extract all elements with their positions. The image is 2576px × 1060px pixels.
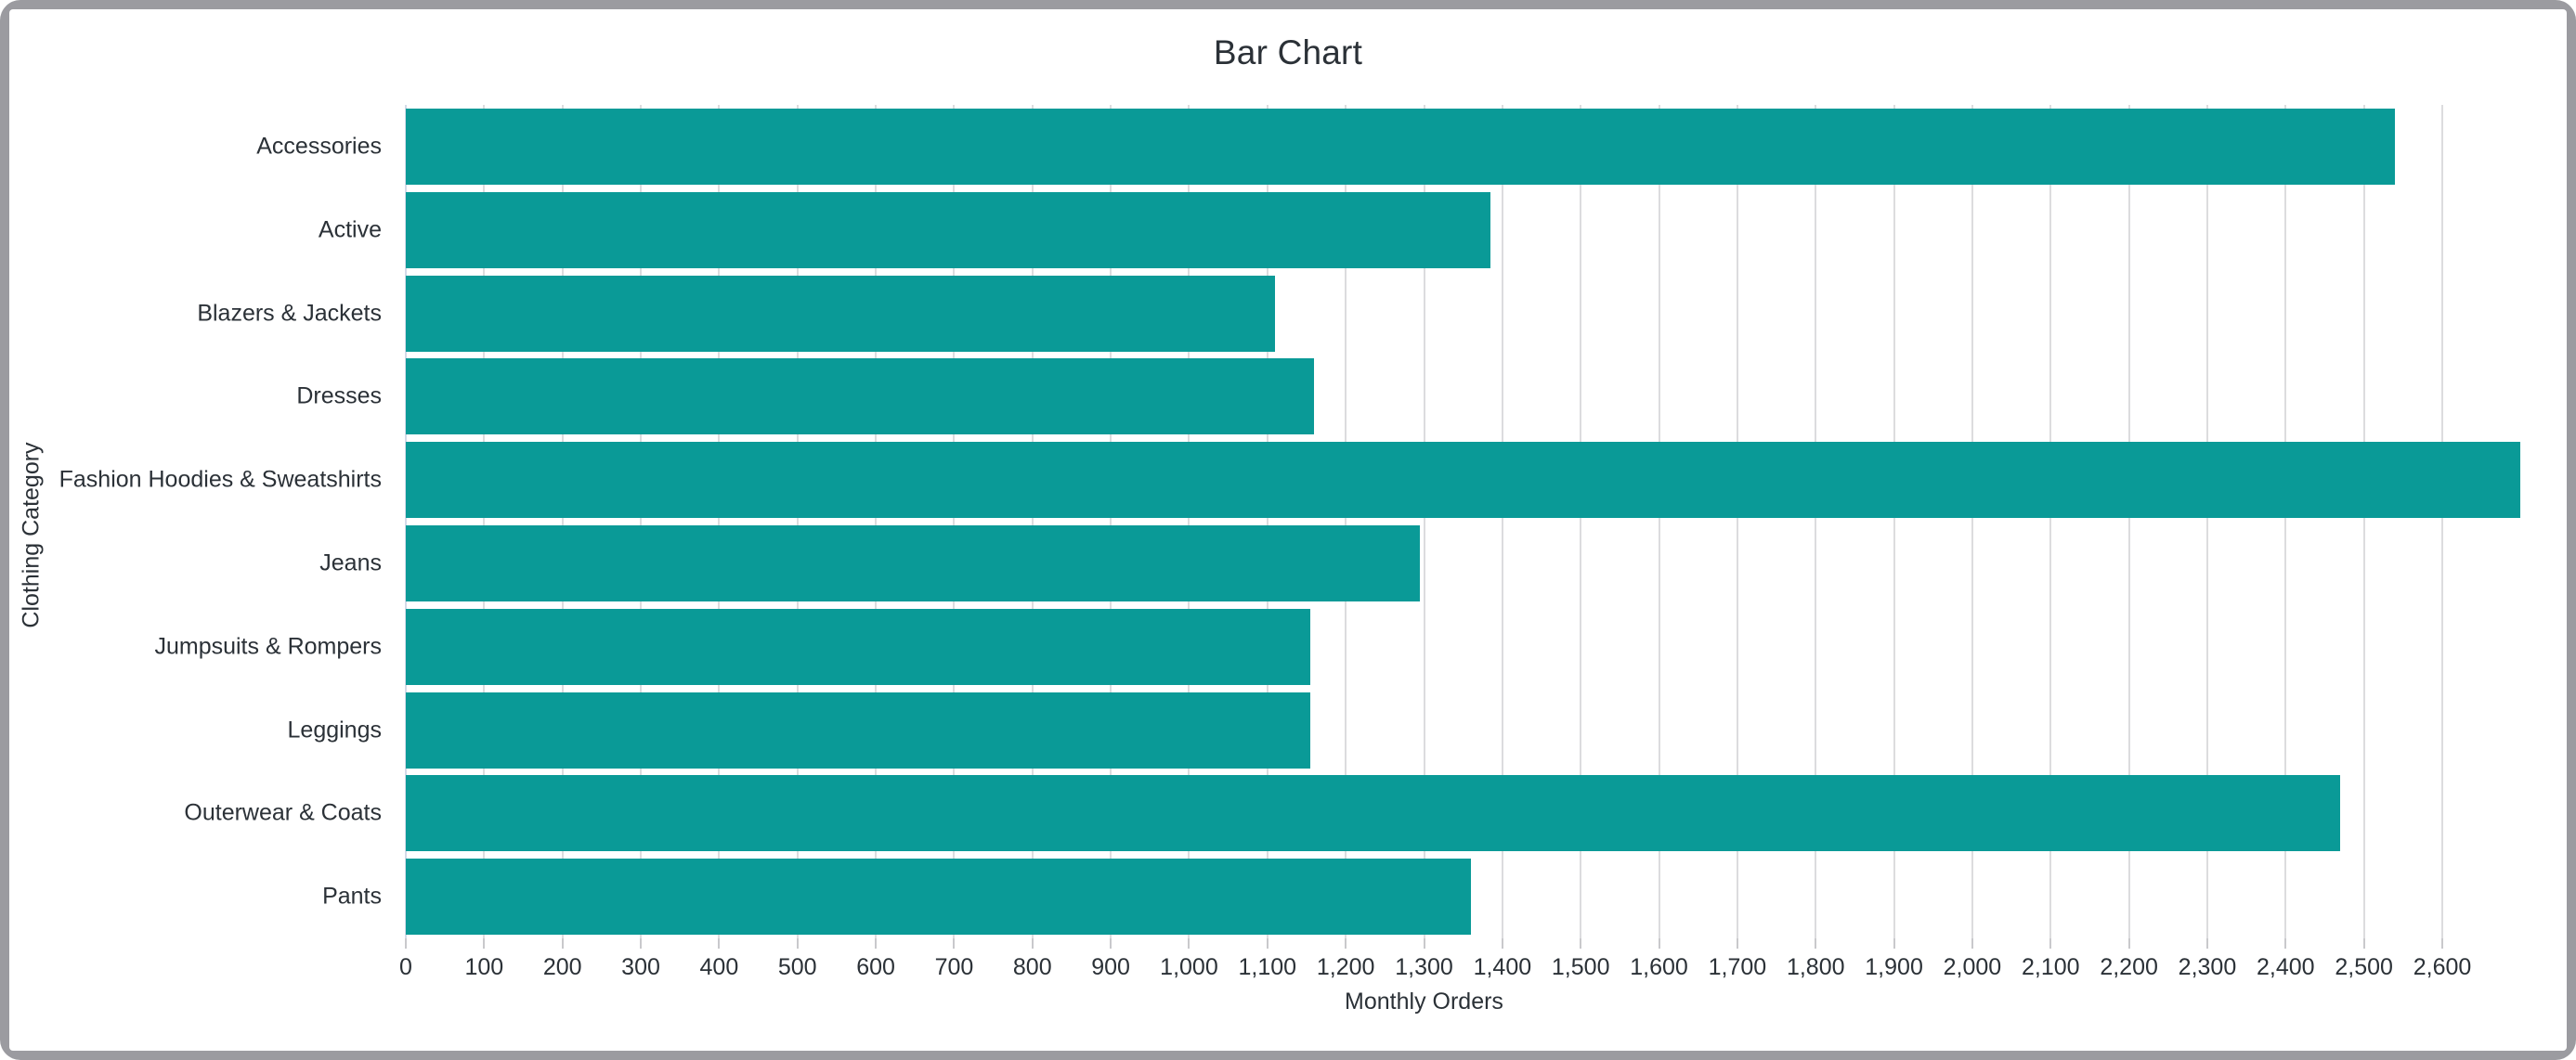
bar-row <box>406 605 2442 689</box>
x-axis-tick-label: 1,900 <box>1865 954 1923 980</box>
y-axis-tick-label: Jumpsuits & Rompers <box>154 633 382 660</box>
page-title: Bar Chart <box>1213 33 1363 71</box>
bar[interactable] <box>406 692 1311 769</box>
y-axis-tick-label: Active <box>318 216 382 243</box>
bar[interactable] <box>406 859 1472 936</box>
window-frame: Bar Chart Clothing Category Accessories A… <box>0 0 2576 1060</box>
y-axis-tick-label: Accessories <box>256 133 382 160</box>
x-axis-tick-mark <box>1501 938 1503 949</box>
x-axis-tick-label: 2,200 <box>2100 954 2158 980</box>
bar-row <box>406 188 2442 272</box>
x-axis-tick-mark <box>1580 938 1582 949</box>
x-axis-tick-label: 1,400 <box>1473 954 1532 980</box>
x-axis-tick-labels: 0 100 200 300 400 500 600 700 800 900 1,000 1,100 1,… <box>399 954 2471 986</box>
x-axis-tick-mark <box>2362 938 2365 949</box>
x-axis-tick-label: 1,200 <box>1316 954 1375 980</box>
bar[interactable] <box>406 109 2396 185</box>
y-axis-tick-label: Pants <box>322 883 382 910</box>
x-axis-tick-label: 2,500 <box>2335 954 2393 980</box>
y-axis-tick-label: Fashion Hoodies & Sweatshirts <box>59 466 382 493</box>
x-axis-tick-marks <box>405 938 2443 951</box>
x-axis-tick-label: 2,400 <box>2257 954 2315 980</box>
y-axis-tick-label: Blazers & Jackets <box>197 300 382 326</box>
bar[interactable] <box>406 608 1311 685</box>
x-axis-tick-mark <box>2049 938 2052 949</box>
y-axis-tick-labels: Accessories Active Blazers & Jackets Dresse… <box>9 105 395 938</box>
x-axis-tick-label: 2,300 <box>2178 954 2237 980</box>
x-axis-tick-label: 100 <box>464 954 504 980</box>
x-axis-tick-label: 2,600 <box>2413 954 2472 980</box>
x-axis-tick-mark <box>875 938 878 949</box>
x-axis-tick-mark <box>1423 938 1425 949</box>
x-axis-tick-mark <box>1345 938 1347 949</box>
x-axis-tick-mark <box>1266 938 1268 949</box>
bar-row <box>406 522 2442 605</box>
x-axis-tick-mark <box>1110 938 1112 949</box>
bar-row <box>406 855 2442 938</box>
x-axis-tick-label: 2,000 <box>1943 954 2002 980</box>
x-axis-tick-label: 300 <box>621 954 660 980</box>
x-axis-tick-mark <box>953 938 956 949</box>
x-axis-tick-label: 2,100 <box>2021 954 2080 980</box>
bar[interactable] <box>406 525 1421 601</box>
bar[interactable] <box>406 191 1491 268</box>
x-axis-tick-label: 1,500 <box>1551 954 1610 980</box>
x-axis-tick-mark <box>1971 938 1973 949</box>
y-axis-tick-label: Jeans <box>319 549 382 576</box>
x-axis-tick-label: 700 <box>934 954 974 980</box>
x-axis-tick-mark <box>2284 938 2287 949</box>
x-axis-tick-mark <box>1188 938 1190 949</box>
x-axis-tick-label: 900 <box>1091 954 1130 980</box>
x-axis-tick-mark <box>640 938 643 949</box>
x-axis-tick-label: 1,300 <box>1395 954 1453 980</box>
bar-row <box>406 771 2442 855</box>
bar-row <box>406 105 2442 188</box>
x-axis-tick-mark <box>1893 938 1895 949</box>
x-axis-tick-mark <box>1736 938 1738 949</box>
y-axis-tick-label: Dresses <box>296 382 382 409</box>
x-axis-tick-label: 1,000 <box>1160 954 1218 980</box>
x-axis-tick-mark <box>2127 938 2130 949</box>
x-axis-tick-mark <box>2441 938 2443 949</box>
x-axis-tick-mark <box>796 938 799 949</box>
x-axis-tick-label: 200 <box>542 954 582 980</box>
x-axis-tick-label: 1,700 <box>1708 954 1767 980</box>
plot-area <box>405 105 2521 938</box>
bar[interactable] <box>406 775 2341 852</box>
x-axis-tick-mark <box>1815 938 1817 949</box>
bar-row <box>406 272 2442 355</box>
x-axis-title: Monthly Orders <box>1345 989 1503 1015</box>
x-axis-tick-label: 400 <box>699 954 739 980</box>
x-axis-tick-mark <box>561 938 564 949</box>
x-axis-tick-mark <box>483 938 486 949</box>
x-axis-tick-label: 1,800 <box>1786 954 1845 980</box>
x-axis-tick-mark <box>2205 938 2208 949</box>
chart-surface: Bar Chart Clothing Category Accessories A… <box>9 9 2567 1051</box>
bar[interactable] <box>406 275 1276 352</box>
x-axis-tick-label: 500 <box>777 954 817 980</box>
bar-row <box>406 689 2442 772</box>
x-axis-tick-mark <box>718 938 721 949</box>
x-axis-tick-label: 0 <box>399 954 412 980</box>
bar-row <box>406 355 2442 438</box>
x-axis-tick-label: 600 <box>856 954 895 980</box>
y-axis-tick-label: Leggings <box>287 717 382 743</box>
x-axis-tick-label: 1,600 <box>1630 954 1688 980</box>
bar[interactable] <box>406 358 1315 435</box>
x-axis-tick-label: 1,100 <box>1238 954 1297 980</box>
x-axis-tick-mark <box>1031 938 1034 949</box>
x-axis-tick-mark <box>1658 938 1660 949</box>
bar[interactable] <box>406 442 2521 519</box>
y-axis-tick-label: Outerwear & Coats <box>184 799 382 826</box>
bar-series <box>406 105 2521 938</box>
bar-row <box>406 438 2521 522</box>
x-axis-tick-mark <box>405 938 407 949</box>
x-axis-tick-label: 800 <box>1012 954 1052 980</box>
